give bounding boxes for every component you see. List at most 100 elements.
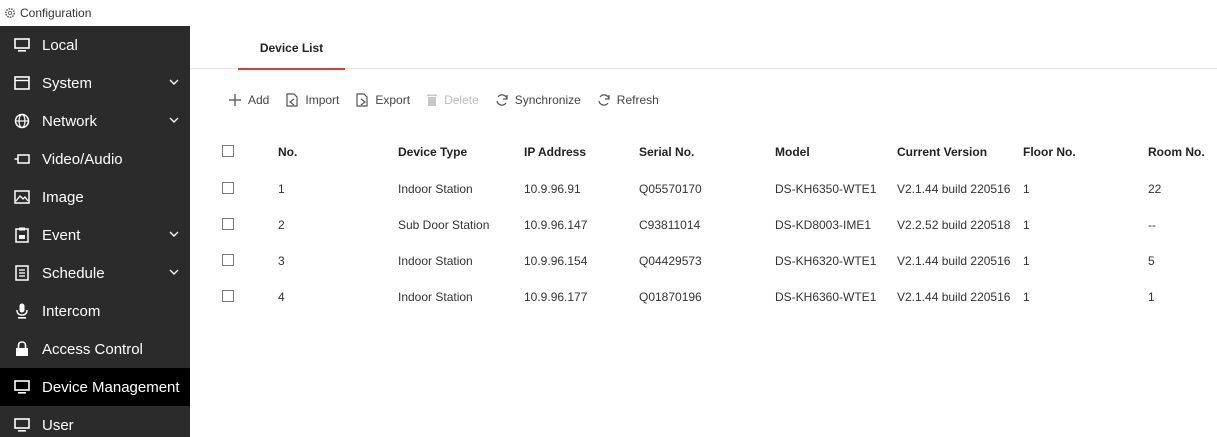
cell-device-type: Indoor Station (398, 254, 473, 268)
chevron-down-icon (169, 117, 179, 123)
add-button[interactable]: Add (228, 93, 269, 107)
import-icon (286, 93, 298, 107)
row-checkbox[interactable] (222, 181, 234, 194)
export-button-label: Export (375, 93, 411, 107)
user-icon (14, 417, 30, 433)
cell-serial-no: Q04429573 (639, 254, 702, 268)
sidebar-item-event[interactable]: Event (0, 216, 190, 254)
table-row[interactable]: 3 Indoor Station 10.9.96.154 Q04429573 D… (222, 243, 1217, 279)
delete-button-label: Delete (444, 93, 479, 107)
image-icon (14, 189, 30, 205)
cell-ip-address: 10.9.96.147 (524, 218, 588, 232)
sidebar-item-local[interactable]: Local (0, 26, 190, 64)
sidebar-item-device-management[interactable]: Device Management (0, 368, 190, 406)
row-select-cell (222, 253, 248, 269)
sidebar-item-label: User (42, 416, 74, 434)
cell-device-type: Indoor Station (398, 182, 473, 196)
add-button-label: Add (248, 93, 270, 107)
cell-current-version: V2.2.52 build 220518 (897, 218, 1011, 232)
sidebar-item-image[interactable]: Image (0, 178, 190, 216)
sidebar: Local System Network Video/Audio Image E… (0, 26, 190, 437)
cell-room-no: 1 (1148, 290, 1155, 304)
sidebar-item-network[interactable]: Network (0, 102, 190, 140)
sidebar-item-label: Video/Audio (42, 150, 123, 168)
config-header: Configuration (0, 0, 1217, 26)
cell-serial-no: Q01870196 (639, 290, 702, 304)
export-icon (356, 93, 368, 107)
cell-serial-no: Q05570170 (639, 182, 702, 196)
cell-ip-address: 10.9.96.177 (524, 290, 588, 304)
refresh-button[interactable]: Refresh (597, 93, 659, 107)
select-all-cell (222, 144, 248, 160)
sidebar-item-label: Local (42, 36, 78, 54)
cell-model: DS-KD8003-IME1 (775, 218, 872, 232)
chevron-down-icon (169, 269, 179, 275)
header-serial-no: Serial No. (639, 145, 695, 159)
header-device-type: Device Type (398, 145, 468, 159)
sidebar-item-label: Network (42, 112, 98, 130)
tab-bar: Device List (190, 26, 1217, 70)
cell-current-version: V2.1.44 build 220516 (897, 254, 1011, 268)
chevron-down-icon (169, 79, 179, 85)
trash-icon (427, 94, 438, 106)
header-current-version: Current Version (897, 145, 988, 159)
cell-no: 3 (278, 254, 285, 268)
cell-no: 4 (278, 290, 285, 304)
camera-icon (14, 151, 30, 167)
sidebar-item-user[interactable]: User (0, 406, 190, 437)
cell-floor-no: 1 (1023, 290, 1030, 304)
chevron-down-icon (169, 231, 179, 237)
row-select-cell (222, 181, 248, 197)
table-row[interactable]: 4 Indoor Station 10.9.96.177 Q01870196 D… (222, 279, 1217, 315)
row-checkbox[interactable] (222, 217, 234, 230)
sidebar-item-schedule[interactable]: Schedule (0, 254, 190, 292)
cell-model: DS-KH6360-WTE1 (775, 290, 877, 304)
cell-current-version: V2.1.44 build 220516 (897, 182, 1011, 196)
gear-icon (5, 8, 15, 18)
sidebar-item-access-control[interactable]: Access Control (0, 330, 190, 368)
sidebar-item-label: Schedule (42, 264, 105, 282)
sidebar-item-label: Device Management (42, 378, 180, 396)
synchronize-button[interactable]: Synchronize (495, 93, 581, 107)
sidebar-item-label: Access Control (42, 340, 143, 358)
header-model: Model (775, 145, 810, 159)
header-room-no: Room No. (1148, 145, 1205, 159)
monitor-icon (14, 379, 30, 395)
table-row[interactable]: 1 Indoor Station 10.9.96.91 Q05570170 DS… (222, 171, 1217, 207)
cell-serial-no: C93811014 (639, 218, 701, 232)
sidebar-item-label: Event (42, 226, 81, 244)
tab-device-list[interactable]: Device List (238, 26, 345, 70)
cell-floor-no: 1 (1023, 254, 1030, 268)
select-all-checkbox[interactable] (222, 144, 234, 157)
import-button[interactable]: Import (285, 93, 339, 107)
sidebar-item-label: System (42, 74, 93, 92)
calendar-icon (14, 227, 30, 243)
table-row[interactable]: 2 Sub Door Station 10.9.96.147 C93811014… (222, 207, 1217, 243)
cell-room-no: -- (1148, 218, 1156, 232)
device-table: No. Device Type IP Address Serial No. Mo… (222, 133, 1217, 315)
sidebar-item-label: Image (42, 188, 84, 206)
sidebar-item-system[interactable]: System (0, 64, 190, 102)
delete-button[interactable]: Delete (426, 93, 479, 107)
cell-current-version: V2.1.44 build 220516 (897, 290, 1011, 304)
cell-device-type: Sub Door Station (398, 218, 490, 232)
import-button-label: Import (305, 93, 340, 107)
sidebar-item-video-audio[interactable]: Video/Audio (0, 140, 190, 178)
sidebar-item-intercom[interactable]: Intercom (0, 292, 190, 330)
globe-icon (14, 113, 30, 129)
schedule-icon (14, 265, 30, 281)
toolbar: Add Import Export Delete Synchronize Ref… (228, 88, 675, 112)
row-checkbox[interactable] (222, 289, 234, 302)
cell-ip-address: 10.9.96.91 (524, 182, 581, 196)
export-button[interactable]: Export (355, 93, 410, 107)
row-select-cell (222, 289, 248, 305)
cell-model: DS-KH6350-WTE1 (775, 182, 877, 196)
microphone-icon (14, 303, 30, 319)
row-select-cell (222, 217, 248, 233)
header-floor-no: Floor No. (1023, 145, 1076, 159)
page-title: Configuration (20, 6, 92, 20)
cell-ip-address: 10.9.96.154 (524, 254, 588, 268)
header-ip-address: IP Address (524, 145, 587, 159)
lock-icon (14, 341, 30, 357)
row-checkbox[interactable] (222, 253, 234, 266)
